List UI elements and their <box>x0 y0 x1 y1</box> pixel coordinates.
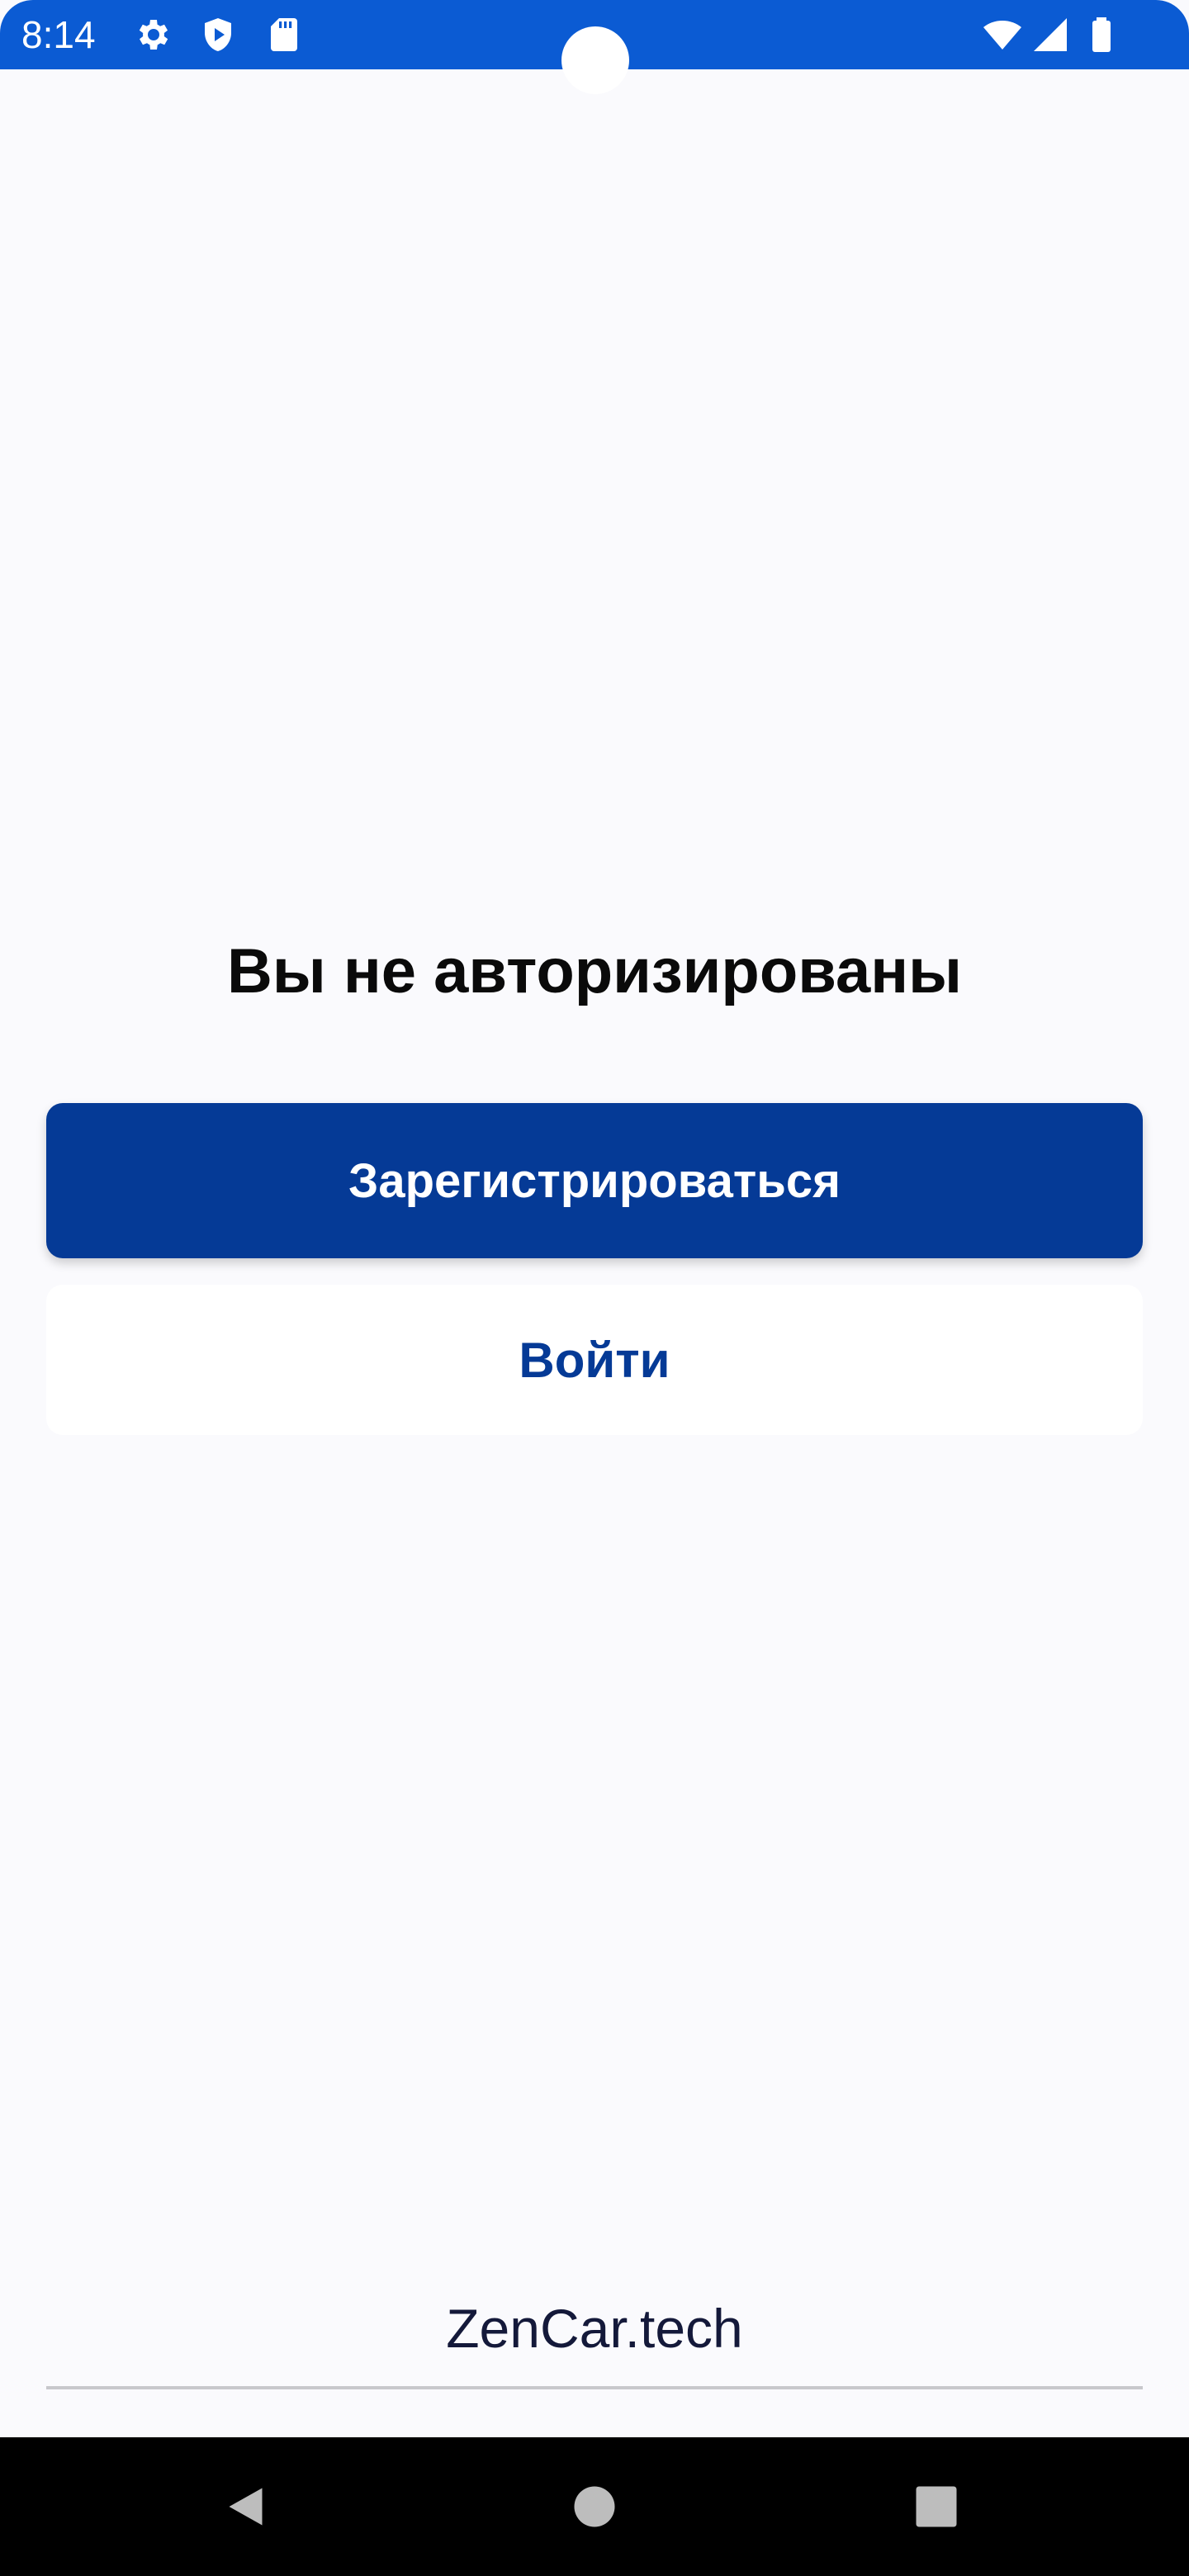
shield-icon <box>198 15 238 54</box>
login-button[interactable]: Войти <box>46 1285 1143 1435</box>
sd-card-icon <box>264 15 304 54</box>
signal-icon <box>1030 15 1070 54</box>
footer-divider <box>46 2386 1143 2389</box>
login-button-label: Войти <box>519 1332 670 1388</box>
register-button[interactable]: Зарегистрироваться <box>46 1103 1143 1258</box>
nav-bar <box>0 2437 1189 2576</box>
battery-icon <box>1082 15 1121 54</box>
settings-icon <box>134 15 173 54</box>
home-icon[interactable] <box>528 2437 661 2576</box>
status-time: 8:14 <box>21 13 96 56</box>
brand-footer: ZenCar.tech <box>446 2298 743 2359</box>
camera-cutout <box>561 26 629 94</box>
page-title: Вы не авторизированы <box>226 936 963 1006</box>
register-button-label: Зарегистрироваться <box>348 1153 841 1208</box>
back-icon[interactable] <box>182 2437 314 2576</box>
recents-icon[interactable] <box>870 2437 1002 2576</box>
wifi-icon <box>983 15 1022 54</box>
